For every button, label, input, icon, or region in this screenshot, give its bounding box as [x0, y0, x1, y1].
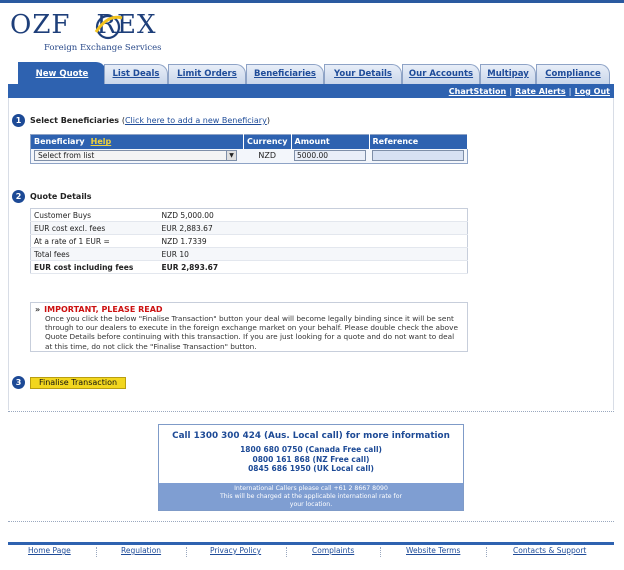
log-out-link[interactable]: Log Out — [575, 87, 610, 96]
footer-separator — [286, 547, 287, 557]
step-2-title: Quote Details — [30, 192, 92, 201]
footer-bar — [8, 542, 614, 545]
footer-contacts-support-link[interactable]: Contacts & Support — [513, 546, 586, 555]
logo-wordmark: OZF REX — [10, 10, 157, 40]
tab-beneficiaries[interactable]: Beneficiaries — [246, 64, 324, 84]
quote-label: EUR cost including fees — [30, 260, 159, 274]
amount-cell: 5000.00 — [291, 148, 369, 164]
contact-main-line: Call 1300 300 424 (Aus. Local call) for … — [172, 431, 450, 441]
footer-privacy-policy-link[interactable]: Privacy Policy — [210, 546, 261, 555]
table-row: Select from list ▼ NZD 5000.00 — [30, 148, 468, 164]
col-amount: Amount — [291, 134, 370, 149]
tab-limit-orders[interactable]: Limit Orders — [168, 64, 246, 84]
table-row-total: EUR cost including fees EUR 2,893.67 — [30, 260, 468, 274]
col-beneficiary: Beneficiary Help — [30, 134, 244, 149]
tab-new-quote[interactable]: New Quote — [18, 62, 106, 84]
double-chevron-icon: » — [35, 305, 41, 314]
finalise-transaction-button[interactable]: Finalise Transaction — [30, 377, 126, 389]
international-callers: International Callers please call +61 2 … — [159, 483, 463, 510]
subnav-separator: | — [509, 87, 513, 96]
step-2-number-icon: 2 — [12, 190, 25, 203]
contact-line-canada: 1800 680 0750 (Canada Free call) — [240, 445, 382, 454]
contact-line-nz: 0800 161 868 (NZ Free call) — [252, 454, 370, 464]
footer-separator — [96, 547, 97, 557]
chartstation-link[interactable]: ChartStation — [449, 87, 506, 96]
currency-cell: NZD — [243, 148, 291, 164]
subnav-links: ChartStation | Rate Alerts | Log Out — [449, 87, 610, 96]
add-beneficiary-link[interactable]: Click here to add a new Beneficiary — [125, 116, 267, 125]
col-currency: Currency — [243, 134, 292, 149]
notice-title: » IMPORTANT, PLEASE READ — [35, 305, 463, 314]
contact-numbers: Call 1300 300 424 (Aus. Local call) for … — [159, 425, 463, 483]
intl-line-3: your location. — [289, 501, 333, 508]
footer-nav: Home Page Regulation Privacy Policy Comp… — [8, 546, 614, 558]
quote-value: NZD 5,000.00 — [158, 208, 468, 222]
quote-value: EUR 2,883.67 — [158, 221, 468, 235]
table-row: EUR cost excl. fees EUR 2,883.67 — [30, 221, 468, 235]
quote-label: At a rate of 1 EUR = — [30, 234, 159, 248]
footer-separator — [186, 547, 187, 557]
beneficiary-select[interactable]: Select from list ▼ — [34, 150, 237, 162]
quote-label: EUR cost excl. fees — [30, 221, 159, 235]
quote-value: EUR 2,893.67 — [158, 260, 468, 274]
quote-value: NZD 1.7339 — [158, 234, 468, 248]
beneficiary-cell: Select from list ▼ — [30, 148, 244, 164]
quote-details-table: Customer Buys NZD 5,000.00 EUR cost excl.… — [30, 208, 468, 274]
step-2-header: 2 Quote Details — [12, 190, 612, 204]
ozforex-logo[interactable]: OZF REX Foreign Exchange Services — [10, 10, 162, 55]
notice-body: Once you click the below "Finalise Trans… — [45, 314, 458, 351]
quote-label: Customer Buys — [30, 208, 159, 222]
reference-input[interactable] — [372, 150, 464, 162]
paren-close: ) — [266, 116, 270, 125]
reference-cell — [369, 148, 468, 164]
help-link[interactable]: Help — [91, 137, 112, 146]
amount-input[interactable]: 5000.00 — [294, 150, 366, 162]
tab-list-deals[interactable]: List Deals — [104, 64, 168, 84]
step-1-header: 1 Select Beneficiaries (Click here to ad… — [12, 114, 612, 128]
step-1-title: Select Beneficiaries (Click here to add … — [30, 116, 270, 125]
subnav-separator: | — [568, 87, 572, 96]
intl-line-2: This will be charged at the applicable i… — [219, 493, 403, 500]
logo-tagline: Foreign Exchange Services — [44, 43, 162, 53]
col-reference: Reference — [369, 134, 468, 149]
tab-compliance[interactable]: Compliance — [536, 64, 610, 84]
step-1-title-text: Select Beneficiaries — [30, 116, 120, 125]
tab-your-details[interactable]: Your Details — [324, 64, 402, 84]
beneficiary-table: Beneficiary Help Currency Amount Referenc… — [30, 134, 468, 164]
beneficiary-select-value: Select from list — [38, 151, 95, 161]
table-row: Customer Buys NZD 5,000.00 — [30, 208, 468, 222]
footer-regulation-link[interactable]: Regulation — [121, 546, 161, 555]
globe-swoosh-icon — [94, 14, 123, 40]
important-notice: » IMPORTANT, PLEASE READ Once you click t… — [30, 302, 468, 352]
col-beneficiary-label: Beneficiary — [34, 137, 85, 147]
footer-separator — [380, 547, 381, 557]
rate-alerts-link[interactable]: Rate Alerts — [515, 87, 565, 96]
contact-box: Call 1300 300 424 (Aus. Local call) for … — [158, 424, 464, 511]
footer-website-terms-link[interactable]: Website Terms — [406, 546, 460, 555]
step-3-number-icon: 3 — [12, 376, 25, 389]
divider — [8, 521, 614, 522]
logo-wordmark-left: OZF — [10, 10, 71, 40]
beneficiary-table-header: Beneficiary Help Currency Amount Referenc… — [30, 134, 468, 149]
contact-lines: 1800 680 0750 (Canada Free call) 0800 16… — [159, 445, 463, 474]
footer-complaints-link[interactable]: Complaints — [312, 546, 354, 555]
contact-line-uk: 0845 686 1950 (UK Local call) — [248, 464, 374, 473]
table-row: At a rate of 1 EUR = NZD 1.7339 — [30, 234, 468, 248]
notice-title-text: IMPORTANT, PLEASE READ — [44, 305, 163, 314]
main-tabs: New Quote List Deals Limit Orders Benefi… — [14, 62, 610, 84]
chevron-down-icon[interactable]: ▼ — [226, 151, 236, 161]
footer-separator — [486, 547, 487, 557]
tab-our-accounts[interactable]: Our Accounts — [402, 64, 480, 84]
step-1-number-icon: 1 — [12, 114, 25, 127]
tab-multipay[interactable]: Multipay — [480, 64, 536, 84]
table-row: Total fees EUR 10 — [30, 247, 468, 261]
footer-home-page-link[interactable]: Home Page — [28, 546, 71, 555]
quote-value: EUR 10 — [158, 247, 468, 261]
intl-line-1: International Callers please call +61 2 … — [234, 485, 388, 492]
divider — [8, 411, 614, 412]
quote-label: Total fees — [30, 247, 159, 261]
top-rule — [0, 0, 624, 3]
